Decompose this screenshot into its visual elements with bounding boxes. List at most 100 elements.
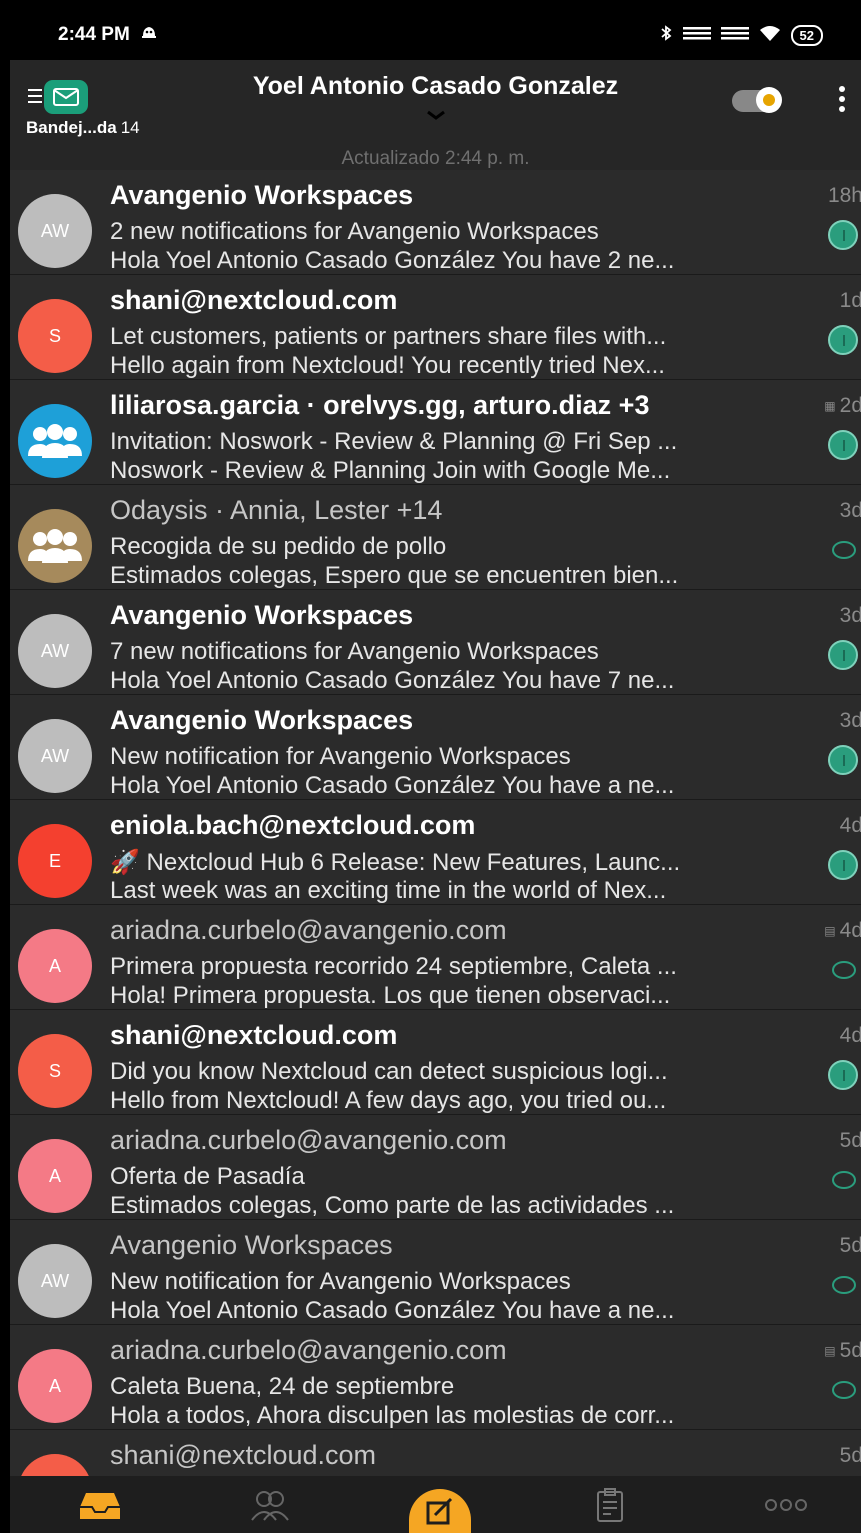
unread-indicator-icon[interactable] — [828, 640, 858, 670]
updated-status: Actualizado 2:44 p. m. — [341, 148, 530, 169]
message-date: 4d — [840, 814, 861, 838]
compose-icon — [426, 1497, 453, 1525]
message-date: 5d — [840, 1234, 861, 1258]
message-preview: Estimados colegas, Espero que se encuent… — [110, 562, 679, 589]
message-sender: Avangenio Workspaces — [110, 705, 414, 735]
read-indicator-icon[interactable] — [832, 1171, 856, 1189]
message-preview: Last week was an exciting time in the wo… — [110, 877, 667, 904]
message-list[interactable]: AW Avangenio Workspaces 2 new notification… — [10, 170, 861, 1476]
message-row[interactable]: Sshani@nextcloud.com 5d — [10, 1430, 861, 1476]
message-row[interactable]: AW Avangenio Workspaces 7 new notification… — [10, 590, 861, 695]
message-preview: Hello from Nextcloud! A few days ago, yo… — [110, 1087, 667, 1114]
message-sender: ariadna.curbelo@avangenio.com — [110, 915, 507, 945]
avatar[interactable]: AW — [18, 194, 92, 268]
avatar-initials: E — [48, 850, 61, 871]
compose-button[interactable] — [409, 1489, 471, 1533]
message-row[interactable]: AW Avangenio Workspaces New notification f… — [10, 695, 861, 800]
unread-indicator-icon[interactable] — [828, 745, 858, 775]
group-avatar-icon[interactable] — [18, 509, 92, 583]
nav-tasks[interactable] — [580, 1476, 640, 1533]
message-date: 5d — [840, 1129, 861, 1153]
group-avatar-icon[interactable] — [18, 404, 92, 478]
message-row[interactable]: AW Avangenio Workspaces New notification f… — [10, 1220, 861, 1325]
message-date-text: 5d — [839, 1234, 861, 1257]
avatar[interactable]: AW — [18, 1244, 92, 1318]
attachment-icon: ▤ — [824, 1344, 836, 1358]
avatar[interactable]: A — [18, 1139, 92, 1213]
message-preview: Estimados colegas, Como parte de las act… — [110, 1192, 675, 1219]
message-date-text: 5d — [839, 1444, 861, 1467]
message-date: 3d — [840, 709, 861, 733]
more-vert-icon[interactable] — [832, 86, 852, 116]
notification-icon — [140, 24, 158, 46]
toggle-knob — [756, 87, 782, 113]
read-indicator-icon[interactable] — [832, 1381, 856, 1399]
avatar[interactable]: AW — [18, 614, 92, 688]
unread-indicator-icon[interactable] — [828, 430, 858, 460]
unread-indicator-icon[interactable] — [828, 220, 858, 250]
calendar-icon: ▦ — [824, 399, 836, 413]
message-row[interactable]: liliarosa.garcia · orelvys.gg, arturo.di… — [10, 380, 861, 485]
unread-indicator-icon[interactable] — [828, 850, 858, 880]
inbox-icon — [80, 1492, 120, 1519]
nav-contacts[interactable] — [240, 1476, 300, 1533]
message-row[interactable]: AW Avangenio Workspaces 2 new notification… — [10, 170, 861, 275]
message-row[interactable]: Eeniola.bach@nextcloud.com 🚀 Nextcloud Hu… — [10, 800, 861, 905]
message-date-text: 5d — [839, 1129, 861, 1152]
message-date: 3d — [840, 499, 861, 523]
avatar-initials: A — [48, 1165, 61, 1186]
message-date-text: 1d — [839, 289, 861, 312]
read-indicator-icon[interactable] — [832, 541, 856, 559]
message-sender: Avangenio Workspaces — [110, 1230, 393, 1260]
nav-more[interactable] — [756, 1476, 816, 1533]
avatar[interactable]: S — [18, 1034, 92, 1108]
message-preview: Noswork - Review & Planning Join with Go… — [110, 457, 671, 484]
message-sender: liliarosa.garcia · orelvys.gg, arturo.di… — [110, 390, 650, 420]
avatar-initials: AW — [40, 640, 70, 661]
read-indicator-icon[interactable] — [832, 1276, 856, 1294]
message-row[interactable]: Aariadna.curbelo@avangenio.com Oferta de … — [10, 1115, 861, 1220]
message-subject: 2 new notifications for Avangenio Worksp… — [110, 218, 599, 245]
message-sender: eniola.bach@nextcloud.com — [110, 810, 476, 840]
folder-label[interactable]: Bandej...da 14 — [26, 118, 140, 138]
message-date-text: 3d — [839, 499, 861, 522]
message-subject: Recogida de su pedido de pollo — [110, 533, 447, 560]
message-preview: Hello again from Nextcloud! You recently… — [110, 352, 665, 379]
avatar[interactable]: A — [18, 1349, 92, 1423]
unread-indicator-icon[interactable] — [828, 1060, 858, 1090]
avatar[interactable]: S — [18, 299, 92, 373]
clipboard-icon — [597, 1487, 623, 1522]
message-date: ▤ 4d — [824, 919, 861, 943]
message-row[interactable]: Sshani@nextcloud.com Did you know Nextclo… — [10, 1010, 861, 1115]
message-sender: shani@nextcloud.com — [110, 1020, 398, 1050]
message-sender: Avangenio Workspaces — [110, 600, 414, 630]
message-date-text: 18h — [827, 184, 861, 207]
read-indicator-icon[interactable] — [832, 961, 856, 979]
message-sender: Odaysis · Annia, Lester +14 — [110, 495, 443, 525]
avatar[interactable]: E — [18, 824, 92, 898]
focus-toggle[interactable] — [732, 87, 782, 113]
message-row[interactable]: Aariadna.curbelo@avangenio.com Caleta Bue… — [10, 1325, 861, 1430]
message-sender: shani@nextcloud.com — [110, 1440, 377, 1470]
nav-compose[interactable] — [409, 1476, 471, 1533]
avatar[interactable]: A — [18, 929, 92, 1003]
message-row[interactable]: Sshani@nextcloud.com Let customers, patie… — [10, 275, 861, 380]
avatar-initials: AW — [40, 1270, 70, 1291]
battery-indicator: 52 — [790, 24, 823, 46]
message-date-text: 4d — [839, 814, 861, 837]
avatar-initials: A — [48, 955, 61, 976]
message-subject: Let customers, patients or partners shar… — [110, 323, 667, 350]
avatar[interactable]: AW — [18, 719, 92, 793]
message-date-text: 3d — [839, 604, 861, 627]
unread-indicator-icon[interactable] — [828, 325, 858, 355]
avatar[interactable]: S — [18, 1454, 92, 1476]
status-bar: 2:44 PM 52 — [10, 10, 861, 60]
message-row[interactable]: Aariadna.curbelo@avangenio.com Primera pr… — [10, 905, 861, 1010]
message-date-text: 3d — [839, 709, 861, 732]
message-preview: Hola! Primera propuesta. Los que tienen … — [110, 982, 671, 1009]
nav-inbox[interactable] — [70, 1476, 130, 1533]
folder-unread-count: 14 — [120, 118, 140, 137]
message-date: 18h — [828, 184, 861, 208]
chevron-down-icon[interactable] — [426, 108, 446, 122]
message-row[interactable]: Odaysis · Annia, Lester +14 Recogida de s… — [10, 485, 861, 590]
